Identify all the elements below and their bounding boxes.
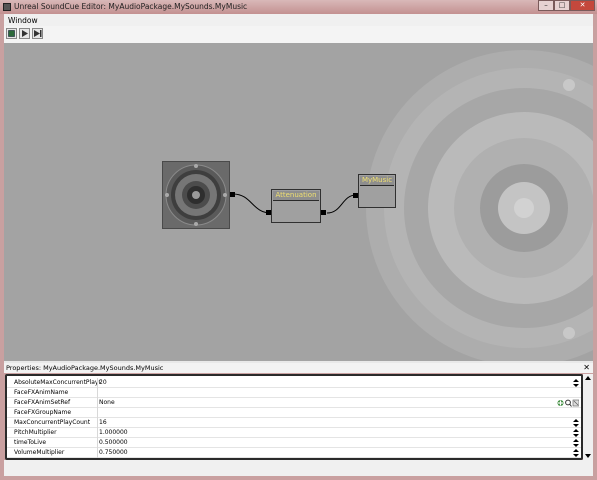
menu-window[interactable]: Window xyxy=(8,16,38,25)
property-value[interactable]: 1.000000 xyxy=(99,429,128,436)
find-icon xyxy=(565,399,572,407)
stop-icon xyxy=(8,30,15,37)
property-row-absolutemaxconcurrentplaycount[interactable]: AbsoluteMaxConcurrentPlayCou 20 xyxy=(7,378,581,388)
play-node-icon xyxy=(34,30,42,37)
scroll-arrows-icon xyxy=(585,376,591,458)
window-title: Unreal SoundCue Editor: MyAudioPackage.M… xyxy=(14,2,248,11)
properties-scrollbar[interactable] xyxy=(583,374,593,460)
property-name: FaceFXAnimSetRef xyxy=(14,399,71,406)
property-value[interactable]: 0.500000 xyxy=(99,439,128,446)
attenuation-node[interactable]: Attenuation xyxy=(271,189,321,223)
column-divider xyxy=(97,398,98,408)
property-row-pitchmultiplier[interactable]: PitchMultiplier 1.000000 xyxy=(7,428,581,438)
properties-title: Properties: MyAudioPackage.MySounds.MyMu… xyxy=(6,364,164,372)
use-selected-icon xyxy=(557,400,564,406)
column-divider xyxy=(97,418,98,428)
title-bar[interactable]: Unreal SoundCue Editor: MyAudioPackage.M… xyxy=(0,0,597,14)
clear-icon xyxy=(572,399,579,407)
reference-buttons[interactable] xyxy=(557,399,579,407)
property-value[interactable]: 0.750000 xyxy=(99,449,128,456)
property-row-facefxgroupname[interactable]: FaceFXGroupName xyxy=(7,408,581,418)
properties-grid: AbsoluteMaxConcurrentPlayCou 20 FaceFXAn… xyxy=(5,374,583,460)
column-divider xyxy=(97,408,98,418)
mymusic-input-pin[interactable] xyxy=(353,193,358,198)
property-name: MaxConcurrentPlayCount xyxy=(14,419,91,426)
play-node-button[interactable] xyxy=(32,28,43,39)
property-name: AbsoluteMaxConcurrentPlayCou xyxy=(14,379,102,386)
property-name: VolumeMultiplier xyxy=(14,449,65,456)
play-cue-icon xyxy=(22,30,28,37)
property-name: timeToLive xyxy=(14,439,47,446)
spinner-arrows-icon[interactable] xyxy=(573,449,579,457)
status-bar xyxy=(4,460,593,476)
property-value[interactable]: None xyxy=(99,399,115,406)
window-frame-right xyxy=(593,14,597,480)
column-divider xyxy=(97,378,98,388)
speaker-icon xyxy=(163,162,229,228)
graph-canvas[interactable]: Attenuation MyMusic xyxy=(4,43,593,361)
property-value[interactable]: 16 xyxy=(99,419,107,426)
maximize-button[interactable]: □ xyxy=(554,0,570,11)
property-row-volumemultiplier[interactable]: VolumeMultiplier 0.750000 xyxy=(7,448,581,458)
wave-output-pin[interactable] xyxy=(230,192,235,197)
app-icon xyxy=(3,3,11,11)
column-divider xyxy=(97,388,98,398)
spinner-arrows-icon[interactable] xyxy=(573,379,579,387)
close-button[interactable]: ✕ xyxy=(570,0,595,11)
properties-close-icon[interactable]: ✕ xyxy=(583,363,590,372)
column-divider xyxy=(97,448,98,458)
spinner-arrows-icon[interactable] xyxy=(573,439,579,447)
property-name: PitchMultiplier xyxy=(14,429,57,436)
property-row-facefxanimsetref[interactable]: FaceFXAnimSetRef None xyxy=(7,398,581,408)
toolbar xyxy=(4,26,593,43)
spinner-arrows-icon[interactable] xyxy=(573,429,579,437)
property-name: FaceFXGroupName xyxy=(14,409,72,416)
property-row-facefxanimname[interactable]: FaceFXAnimName xyxy=(7,388,581,398)
properties-header: Properties: MyAudioPackage.MySounds.MyMu… xyxy=(4,363,593,373)
minimize-button[interactable]: – xyxy=(538,0,554,11)
column-divider xyxy=(97,438,98,448)
property-row-maxconcurrentplaycount[interactable]: MaxConcurrentPlayCount 16 xyxy=(7,418,581,428)
sound-node-wave[interactable] xyxy=(162,161,230,229)
attenuation-input-pin[interactable] xyxy=(266,210,271,215)
column-divider xyxy=(97,428,98,438)
mymusic-node[interactable]: MyMusic xyxy=(358,174,396,208)
play-cue-button[interactable] xyxy=(19,28,30,39)
attenuation-node-title: Attenuation xyxy=(273,191,319,201)
property-value[interactable]: 20 xyxy=(99,379,107,386)
attenuation-output-pin[interactable] xyxy=(321,210,326,215)
property-name: FaceFXAnimName xyxy=(14,389,69,396)
mymusic-node-title: MyMusic xyxy=(360,176,394,186)
stop-button[interactable] xyxy=(6,28,17,39)
spinner-arrows-icon[interactable] xyxy=(573,419,579,427)
property-row-timetolive[interactable]: timeToLive 0.500000 xyxy=(7,438,581,448)
